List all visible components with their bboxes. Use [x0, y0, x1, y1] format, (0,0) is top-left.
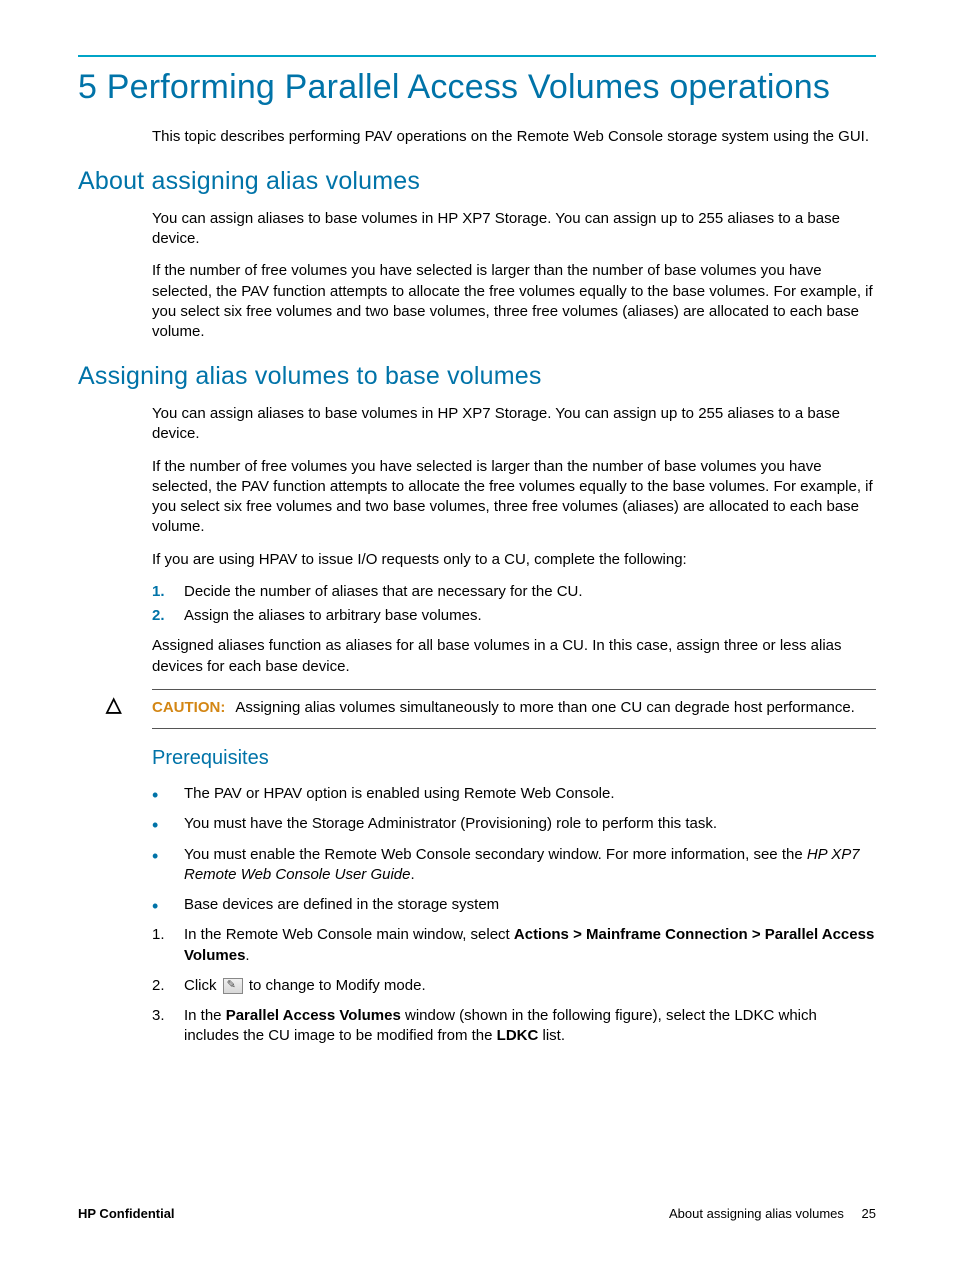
text-fragment: to change to Modify mode. [245, 977, 426, 994]
section-about-p1: You can assign aliases to base volumes i… [152, 209, 876, 250]
list-item: • Base devices are defined in the storag… [152, 895, 876, 915]
footer-section-label: About assigning alias volumes [669, 1206, 844, 1221]
list-number: 1. [152, 582, 170, 602]
step-text: Click to change to Modify mode. [184, 976, 426, 996]
list-text: The PAV or HPAV option is enabled using … [184, 784, 615, 804]
list-item: 1. In the Remote Web Console main window… [152, 925, 876, 966]
page-number: 25 [862, 1206, 876, 1221]
step-number: 2. [152, 976, 166, 996]
list-text: You must enable the Remote Web Console s… [184, 845, 876, 886]
document-page: 5 Performing Parallel Access Volumes ope… [0, 0, 954, 1047]
list-item: • You must enable the Remote Web Console… [152, 845, 876, 886]
bullet-icon: • [152, 816, 166, 834]
list-item: 2. Click to change to Modify mode. [152, 976, 876, 996]
prerequisites-title: Prerequisites [152, 745, 876, 772]
bullet-icon: • [152, 786, 166, 804]
top-rule [78, 55, 876, 57]
text-bold: LDKC [497, 1027, 539, 1044]
step-text: In the Parallel Access Volumes window (s… [184, 1006, 876, 1047]
text-fragment: In the [184, 1007, 226, 1024]
bullet-icon: • [152, 847, 166, 865]
step-number: 1. [152, 925, 166, 945]
hpav-steps-list: 1. Decide the number of aliases that are… [152, 582, 876, 627]
step-text: In the Remote Web Console main window, s… [184, 925, 876, 966]
footer-right: About assigning alias volumes 25 [669, 1205, 876, 1223]
caution-icon: △ [106, 692, 121, 719]
text-bold: Parallel Access Volumes [226, 1007, 401, 1024]
section-about-p2: If the number of free volumes you have s… [152, 261, 876, 342]
list-item: 3. In the Parallel Access Volumes window… [152, 1006, 876, 1047]
list-text: You must have the Storage Administrator … [184, 814, 717, 834]
procedure-steps: 1. In the Remote Web Console main window… [152, 925, 876, 1046]
text-fragment: . [411, 866, 415, 883]
list-item: 1. Decide the number of aliases that are… [152, 582, 876, 602]
section-assign-p1: You can assign aliases to base volumes i… [152, 404, 876, 445]
chapter-title: 5 Performing Parallel Access Volumes ope… [78, 65, 876, 111]
section-assign-p2: If the number of free volumes you have s… [152, 457, 876, 538]
list-item: 2. Assign the aliases to arbitrary base … [152, 606, 876, 626]
list-text: Decide the number of aliases that are ne… [184, 582, 583, 602]
text-fragment: list. [538, 1027, 565, 1044]
text-fragment: . [245, 947, 249, 964]
prerequisites-list: • The PAV or HPAV option is enabled usin… [152, 784, 876, 915]
chapter-intro: This topic describes performing PAV oper… [152, 127, 876, 147]
section-assign-title: Assigning alias volumes to base volumes [78, 360, 876, 394]
text-fragment: In the Remote Web Console main window, s… [184, 926, 514, 943]
section-about-title: About assigning alias volumes [78, 165, 876, 199]
caution-label: CAUTION: [152, 699, 225, 716]
bullet-icon: • [152, 897, 166, 915]
caution-text: Assigning alias volumes simultaneously t… [235, 699, 855, 716]
list-text: Base devices are defined in the storage … [184, 895, 499, 915]
section-assign-p3: If you are using HPAV to issue I/O reque… [152, 550, 876, 570]
text-fragment: Click [184, 977, 221, 994]
page-footer: HP Confidential About assigning alias vo… [78, 1205, 876, 1223]
section-assign-p4: Assigned aliases function as aliases for… [152, 636, 876, 677]
modify-mode-icon [223, 978, 243, 994]
list-number: 2. [152, 606, 170, 626]
list-item: • You must have the Storage Administrato… [152, 814, 876, 834]
step-number: 3. [152, 1006, 166, 1026]
text-fragment: You must enable the Remote Web Console s… [184, 846, 807, 863]
caution-block: △ CAUTION:Assigning alias volumes simult… [152, 689, 876, 729]
list-item: • The PAV or HPAV option is enabled usin… [152, 784, 876, 804]
footer-left: HP Confidential [78, 1205, 175, 1223]
list-text: Assign the aliases to arbitrary base vol… [184, 606, 482, 626]
